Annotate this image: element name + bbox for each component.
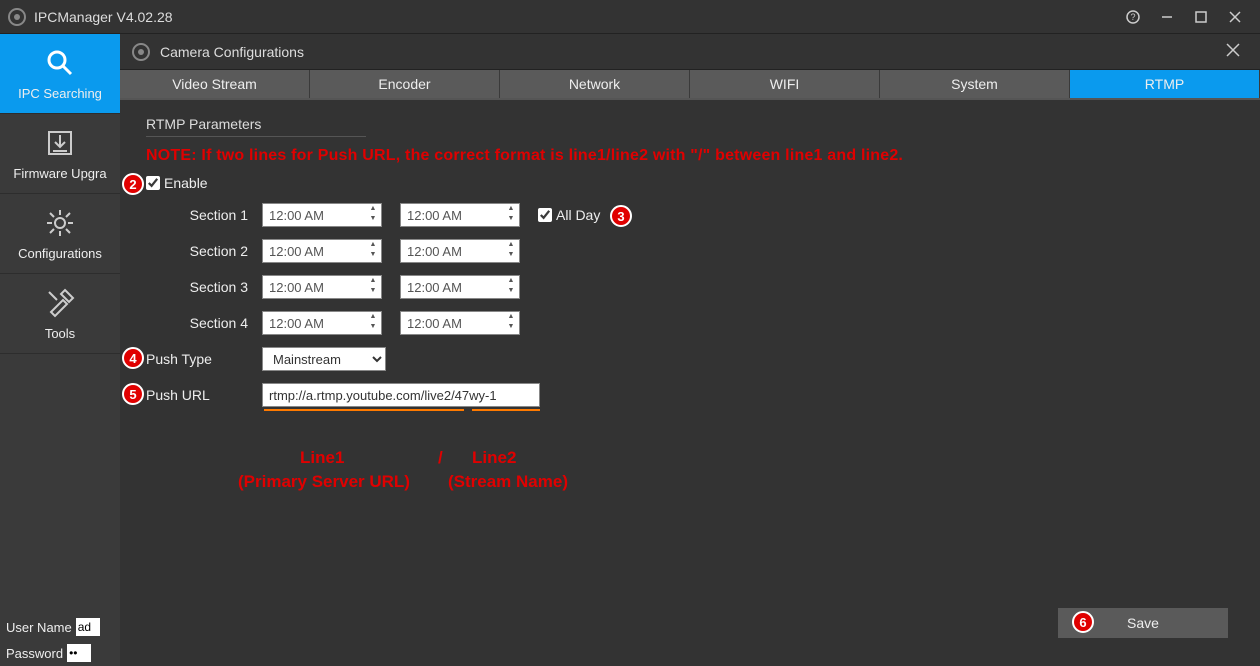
dialog-title: Camera Configurations bbox=[160, 44, 304, 60]
download-icon bbox=[43, 126, 77, 160]
tab-encoder[interactable]: Encoder bbox=[310, 70, 500, 98]
form-area: RTMP Parameters NOTE: If two lines for P… bbox=[120, 100, 1260, 666]
camera-icon bbox=[132, 43, 150, 61]
section-title: RTMP Parameters bbox=[146, 116, 366, 137]
push-url-input[interactable] bbox=[262, 383, 540, 407]
section3-end-input[interactable]: 12:00 AM▲▼ bbox=[400, 275, 520, 299]
push-type-label: Push Type bbox=[146, 351, 262, 367]
annot-slash: / bbox=[438, 448, 443, 468]
section4-end-input[interactable]: 12:00 AM▲▼ bbox=[400, 311, 520, 335]
content-area: Camera Configurations Video Stream Encod… bbox=[120, 34, 1260, 666]
section4-label: Section 4 bbox=[146, 315, 262, 331]
push-url-label: Push URL bbox=[146, 387, 262, 403]
underline-line1 bbox=[264, 409, 464, 411]
section2-start-input[interactable]: 12:00 AM▲▼ bbox=[262, 239, 382, 263]
sidebar-item-label: Firmware Upgra bbox=[13, 166, 106, 181]
sidebar-item-tools[interactable]: Tools bbox=[0, 274, 120, 354]
save-button-label: Save bbox=[1127, 615, 1159, 631]
dialog-close-button[interactable] bbox=[1218, 39, 1248, 64]
dialog-header: Camera Configurations bbox=[120, 34, 1260, 70]
enable-checkbox[interactable] bbox=[146, 176, 160, 190]
annot-sub1: (Primary Server URL) bbox=[238, 472, 410, 492]
username-row: User Name bbox=[0, 614, 120, 640]
username-label: User Name bbox=[6, 620, 72, 635]
sidebar-item-ipc-searching[interactable]: IPC Searching bbox=[0, 34, 120, 114]
gear-icon bbox=[43, 206, 77, 240]
annotation-badge-2: 2 bbox=[122, 173, 144, 195]
password-label: Password bbox=[6, 646, 63, 661]
annotation-badge-4: 4 bbox=[122, 347, 144, 369]
spinner-down-icon: ▼ bbox=[367, 215, 379, 225]
tab-wifi[interactable]: WIFI bbox=[690, 70, 880, 98]
svg-text:?: ? bbox=[1130, 12, 1135, 22]
annot-line2: Line2 bbox=[472, 448, 516, 468]
section4-start-input[interactable]: 12:00 AM▲▼ bbox=[262, 311, 382, 335]
annot-sub2: (Stream Name) bbox=[448, 472, 568, 492]
tab-network[interactable]: Network bbox=[500, 70, 690, 98]
section2-label: Section 2 bbox=[146, 243, 262, 259]
push-type-select[interactable]: Mainstream bbox=[262, 347, 386, 371]
sidebar: IPC Searching Firmware Upgra Configurati… bbox=[0, 34, 120, 666]
sidebar-item-label: Configurations bbox=[18, 246, 102, 261]
username-input[interactable] bbox=[76, 618, 100, 636]
underline-line2 bbox=[472, 409, 540, 411]
spinner-up-icon: ▲ bbox=[367, 205, 379, 215]
note-text: NOTE: If two lines for Push URL, the cor… bbox=[146, 147, 1234, 165]
search-icon bbox=[43, 46, 77, 80]
enable-label: Enable bbox=[164, 175, 208, 191]
allday-label: All Day bbox=[556, 207, 600, 223]
sidebar-item-firmware-upgrade[interactable]: Firmware Upgra bbox=[0, 114, 120, 194]
tab-rtmp[interactable]: RTMP bbox=[1070, 70, 1260, 98]
tools-icon bbox=[43, 286, 77, 320]
sidebar-item-label: IPC Searching bbox=[18, 86, 102, 101]
section1-end-input[interactable]: 12:00 AM▲▼ bbox=[400, 203, 520, 227]
close-button[interactable] bbox=[1218, 3, 1252, 31]
allday-checkbox[interactable] bbox=[538, 208, 552, 222]
annotation-badge-3: 3 bbox=[610, 205, 632, 227]
sidebar-item-label: Tools bbox=[45, 326, 75, 341]
section3-label: Section 3 bbox=[146, 279, 262, 295]
sidebar-item-configurations[interactable]: Configurations bbox=[0, 194, 120, 274]
tab-system[interactable]: System bbox=[880, 70, 1070, 98]
annotation-badge-6: 6 bbox=[1072, 611, 1094, 633]
titlebar: IPCManager V4.02.28 ? bbox=[0, 0, 1260, 34]
section1-start-input[interactable]: 12:00 AM▲▼ bbox=[262, 203, 382, 227]
annot-line1: Line1 bbox=[300, 448, 344, 468]
tab-bar: Video Stream Encoder Network WIFI System… bbox=[120, 70, 1260, 100]
app-title: IPCManager V4.02.28 bbox=[34, 9, 173, 25]
app-logo-icon bbox=[8, 8, 26, 26]
tab-video-stream[interactable]: Video Stream bbox=[120, 70, 310, 98]
section3-start-input[interactable]: 12:00 AM▲▼ bbox=[262, 275, 382, 299]
password-input[interactable] bbox=[67, 644, 91, 662]
help-button[interactable]: ? bbox=[1116, 3, 1150, 31]
section2-end-input[interactable]: 12:00 AM▲▼ bbox=[400, 239, 520, 263]
section1-label: Section 1 bbox=[146, 207, 262, 223]
save-button[interactable]: 6 Save bbox=[1058, 608, 1228, 638]
password-row: Password bbox=[0, 640, 120, 666]
annotation-badge-5: 5 bbox=[122, 383, 144, 405]
maximize-button[interactable] bbox=[1184, 3, 1218, 31]
minimize-button[interactable] bbox=[1150, 3, 1184, 31]
